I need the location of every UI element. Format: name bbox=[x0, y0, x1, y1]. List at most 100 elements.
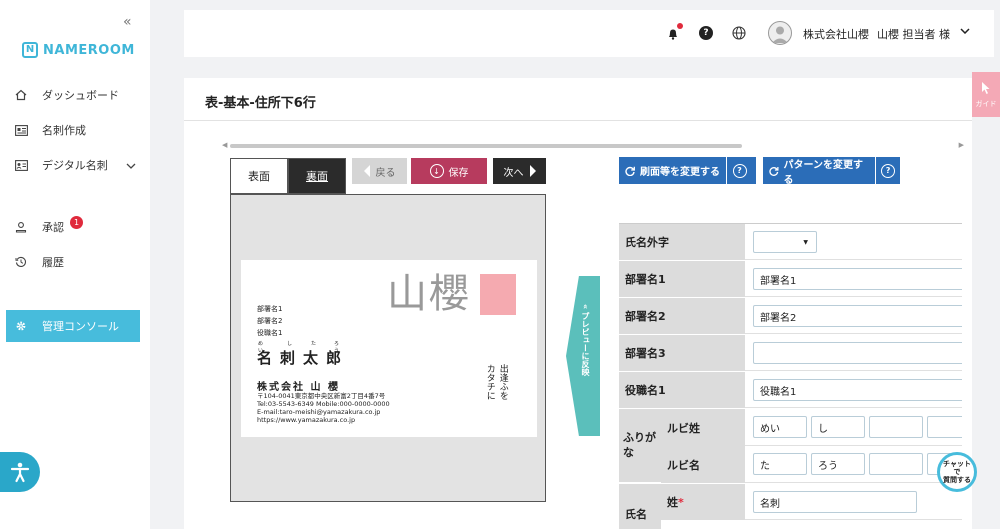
dept2-input[interactable]: 部署名2 bbox=[753, 305, 962, 327]
tab-back[interactable]: 裏面 bbox=[288, 158, 346, 194]
sidebar-item-label: 管理コンソール bbox=[42, 320, 119, 333]
bell-icon[interactable] bbox=[666, 23, 683, 40]
card-tel: Tel:03-5543-6349 Mobile:000-0000-0000 bbox=[257, 400, 390, 408]
globe-icon[interactable] bbox=[732, 26, 746, 40]
sidebar-item-dashboard[interactable]: ダッシュボード bbox=[14, 80, 140, 110]
card-title1: 役職名1 bbox=[257, 329, 283, 337]
ruby-mei-input-3[interactable] bbox=[869, 453, 923, 475]
card-dept2: 部署名2 bbox=[257, 317, 283, 325]
form-label: 部署名1 bbox=[619, 261, 745, 297]
page-title: 表-基本-住所下6行 bbox=[205, 96, 316, 111]
form-label: 氏名 bbox=[619, 484, 661, 529]
card-company: 株式会社 山 櫻 bbox=[257, 382, 340, 393]
scrollbar-thumb[interactable] bbox=[230, 144, 742, 148]
sidebar-item-digital-card[interactable]: デジタル名刺 bbox=[14, 150, 140, 180]
form-row-dept1: 部署名1 部署名1 bbox=[619, 261, 962, 298]
guide-label: ガイド bbox=[975, 99, 997, 108]
card-address: 〒104-0041東京都中央区新富2丁目4番7号 bbox=[257, 392, 386, 400]
card-preview-area: 山櫻 部署名1 部署名2 役職名1 めい し た ろう 名刺太郎 株式会社 山 … bbox=[230, 194, 546, 502]
user-name: 山櫻 担当者 様 bbox=[877, 28, 950, 41]
change-pattern-label: パターンを変更する bbox=[783, 159, 864, 186]
form-label: ルビ姓 bbox=[661, 409, 745, 446]
business-card-preview[interactable]: 山櫻 部署名1 部署名2 役職名1 めい し た ろう 名刺太郎 株式会社 山 … bbox=[241, 260, 537, 437]
change-pattern-button[interactable]: パターンを変更する ? bbox=[763, 157, 900, 186]
form-label: ふりがな bbox=[619, 409, 661, 482]
form-row-name: 氏名 姓 * 名刺 bbox=[619, 484, 962, 529]
user-company: 株式会社山櫻 bbox=[803, 28, 869, 41]
next-button[interactable]: 次へ bbox=[493, 158, 546, 184]
scroll-left-icon[interactable]: ◀ bbox=[222, 141, 227, 149]
logo-mark: N bbox=[22, 42, 38, 58]
sidebar-item-create-card[interactable]: 名刺作成 bbox=[14, 115, 140, 145]
guide-button[interactable]: ガイド bbox=[972, 72, 1000, 117]
sidebar-item-admin-console[interactable]: 管理コンソール bbox=[6, 310, 140, 342]
sidebar-item-label: 履歴 bbox=[42, 256, 64, 269]
ruby-sei-input-2[interactable]: し bbox=[811, 416, 865, 438]
sei-label: 姓 bbox=[667, 496, 678, 509]
sidebar-item-history[interactable]: 履歴 bbox=[14, 247, 140, 277]
id-card-icon bbox=[14, 158, 28, 172]
scroll-right-icon[interactable]: ▶ bbox=[959, 141, 964, 149]
form-row-title1: 役職名1 役職名1 bbox=[619, 372, 962, 409]
chevron-down-icon[interactable] bbox=[960, 26, 970, 37]
card-vertical-text-2: カタチに bbox=[484, 364, 495, 400]
gaiji-select[interactable]: ▼ bbox=[753, 231, 817, 253]
help-button[interactable]: ? bbox=[726, 157, 752, 184]
arrow-left-icon bbox=[363, 165, 370, 177]
accessibility-icon bbox=[10, 462, 30, 483]
form-row-dept3: 部署名3 bbox=[619, 335, 962, 372]
dept3-input[interactable] bbox=[753, 342, 962, 364]
card-name: 名刺太郎 bbox=[257, 349, 350, 367]
chevron-down-icon[interactable] bbox=[126, 159, 136, 172]
logo[interactable]: N NAMEROOM bbox=[22, 42, 135, 58]
card-ruby-text: た bbox=[311, 341, 317, 347]
avatar[interactable] bbox=[768, 21, 792, 45]
form-label: 役職名1 bbox=[619, 372, 745, 408]
dept1-input[interactable]: 部署名1 bbox=[753, 268, 962, 290]
sidebar: « N NAMEROOM ダッシュボード 名刺作成 デジタル名刺 承認 1 履歴… bbox=[0, 0, 150, 529]
card-url: https://www.yamazakura.co.jp bbox=[257, 416, 356, 424]
ruby-mei-input-2[interactable]: ろう bbox=[811, 453, 865, 475]
next-label: 次へ bbox=[503, 167, 524, 179]
refresh-icon bbox=[625, 166, 635, 176]
card-logo-block bbox=[480, 274, 516, 315]
gear-icon bbox=[14, 319, 28, 333]
form-row-furigana: ふりがな ルビ姓 ルビ名 めい し た ろう bbox=[619, 409, 962, 483]
card-vertical-text-1: 出逢ふを bbox=[497, 364, 508, 400]
cursor-icon bbox=[982, 81, 990, 94]
card-email: E-mail:taro-meishi@yamazakura.co.jp bbox=[257, 408, 381, 416]
download-icon: ↓ bbox=[429, 164, 444, 178]
change-face-button[interactable]: 刷面等を変更する ? bbox=[619, 157, 756, 184]
help-icon[interactable]: ? bbox=[699, 26, 713, 40]
ruby-sei-input-3[interactable] bbox=[869, 416, 923, 438]
horizontal-scrollbar[interactable]: ◀ ▶ bbox=[222, 141, 964, 149]
sidebar-item-label: 承認 bbox=[42, 221, 64, 234]
tab-front[interactable]: 表面 bbox=[230, 158, 288, 194]
ruby-sei-input-1[interactable]: めい bbox=[753, 416, 807, 438]
form-label: ルビ名 bbox=[661, 446, 745, 483]
top-header: ? 株式会社山櫻 山櫻 担当者 様 bbox=[184, 10, 994, 57]
save-button[interactable]: ↓ 保存 bbox=[411, 158, 487, 184]
card-dept1: 部署名1 bbox=[257, 305, 283, 313]
main-panel: 表-基本-住所下6行 ◀ ▶ 表面 裏面 戻る ↓ 保存 次へ 山櫻 部署名1 … bbox=[184, 78, 972, 529]
chat-button[interactable]: チャットで 質問する bbox=[937, 452, 977, 492]
card-logo-text: 山櫻 bbox=[387, 271, 471, 317]
logo-text: NAMEROOM bbox=[43, 42, 135, 58]
ruby-mei-input-1[interactable]: た bbox=[753, 453, 807, 475]
double-chevron-left-icon[interactable]: « bbox=[123, 14, 132, 30]
history-icon bbox=[14, 255, 28, 269]
chat-label: チャットで 質問する bbox=[943, 459, 971, 485]
form-label: 部署名2 bbox=[619, 298, 745, 334]
form-label: 部署名3 bbox=[619, 335, 745, 371]
sei-input[interactable]: 名刺 bbox=[753, 491, 917, 513]
card-icon bbox=[14, 123, 28, 137]
help-button[interactable]: ? bbox=[875, 157, 900, 184]
person-icon bbox=[14, 220, 28, 234]
title1-input[interactable]: 役職名1 bbox=[753, 379, 962, 401]
back-button[interactable]: 戻る bbox=[352, 158, 407, 184]
accessibility-button[interactable] bbox=[0, 452, 40, 492]
sidebar-item-approval[interactable]: 承認 1 bbox=[14, 212, 140, 242]
change-face-label: 刷面等を変更する bbox=[640, 167, 720, 178]
ruby-sei-input-4[interactable] bbox=[927, 416, 962, 438]
divider bbox=[184, 120, 972, 121]
